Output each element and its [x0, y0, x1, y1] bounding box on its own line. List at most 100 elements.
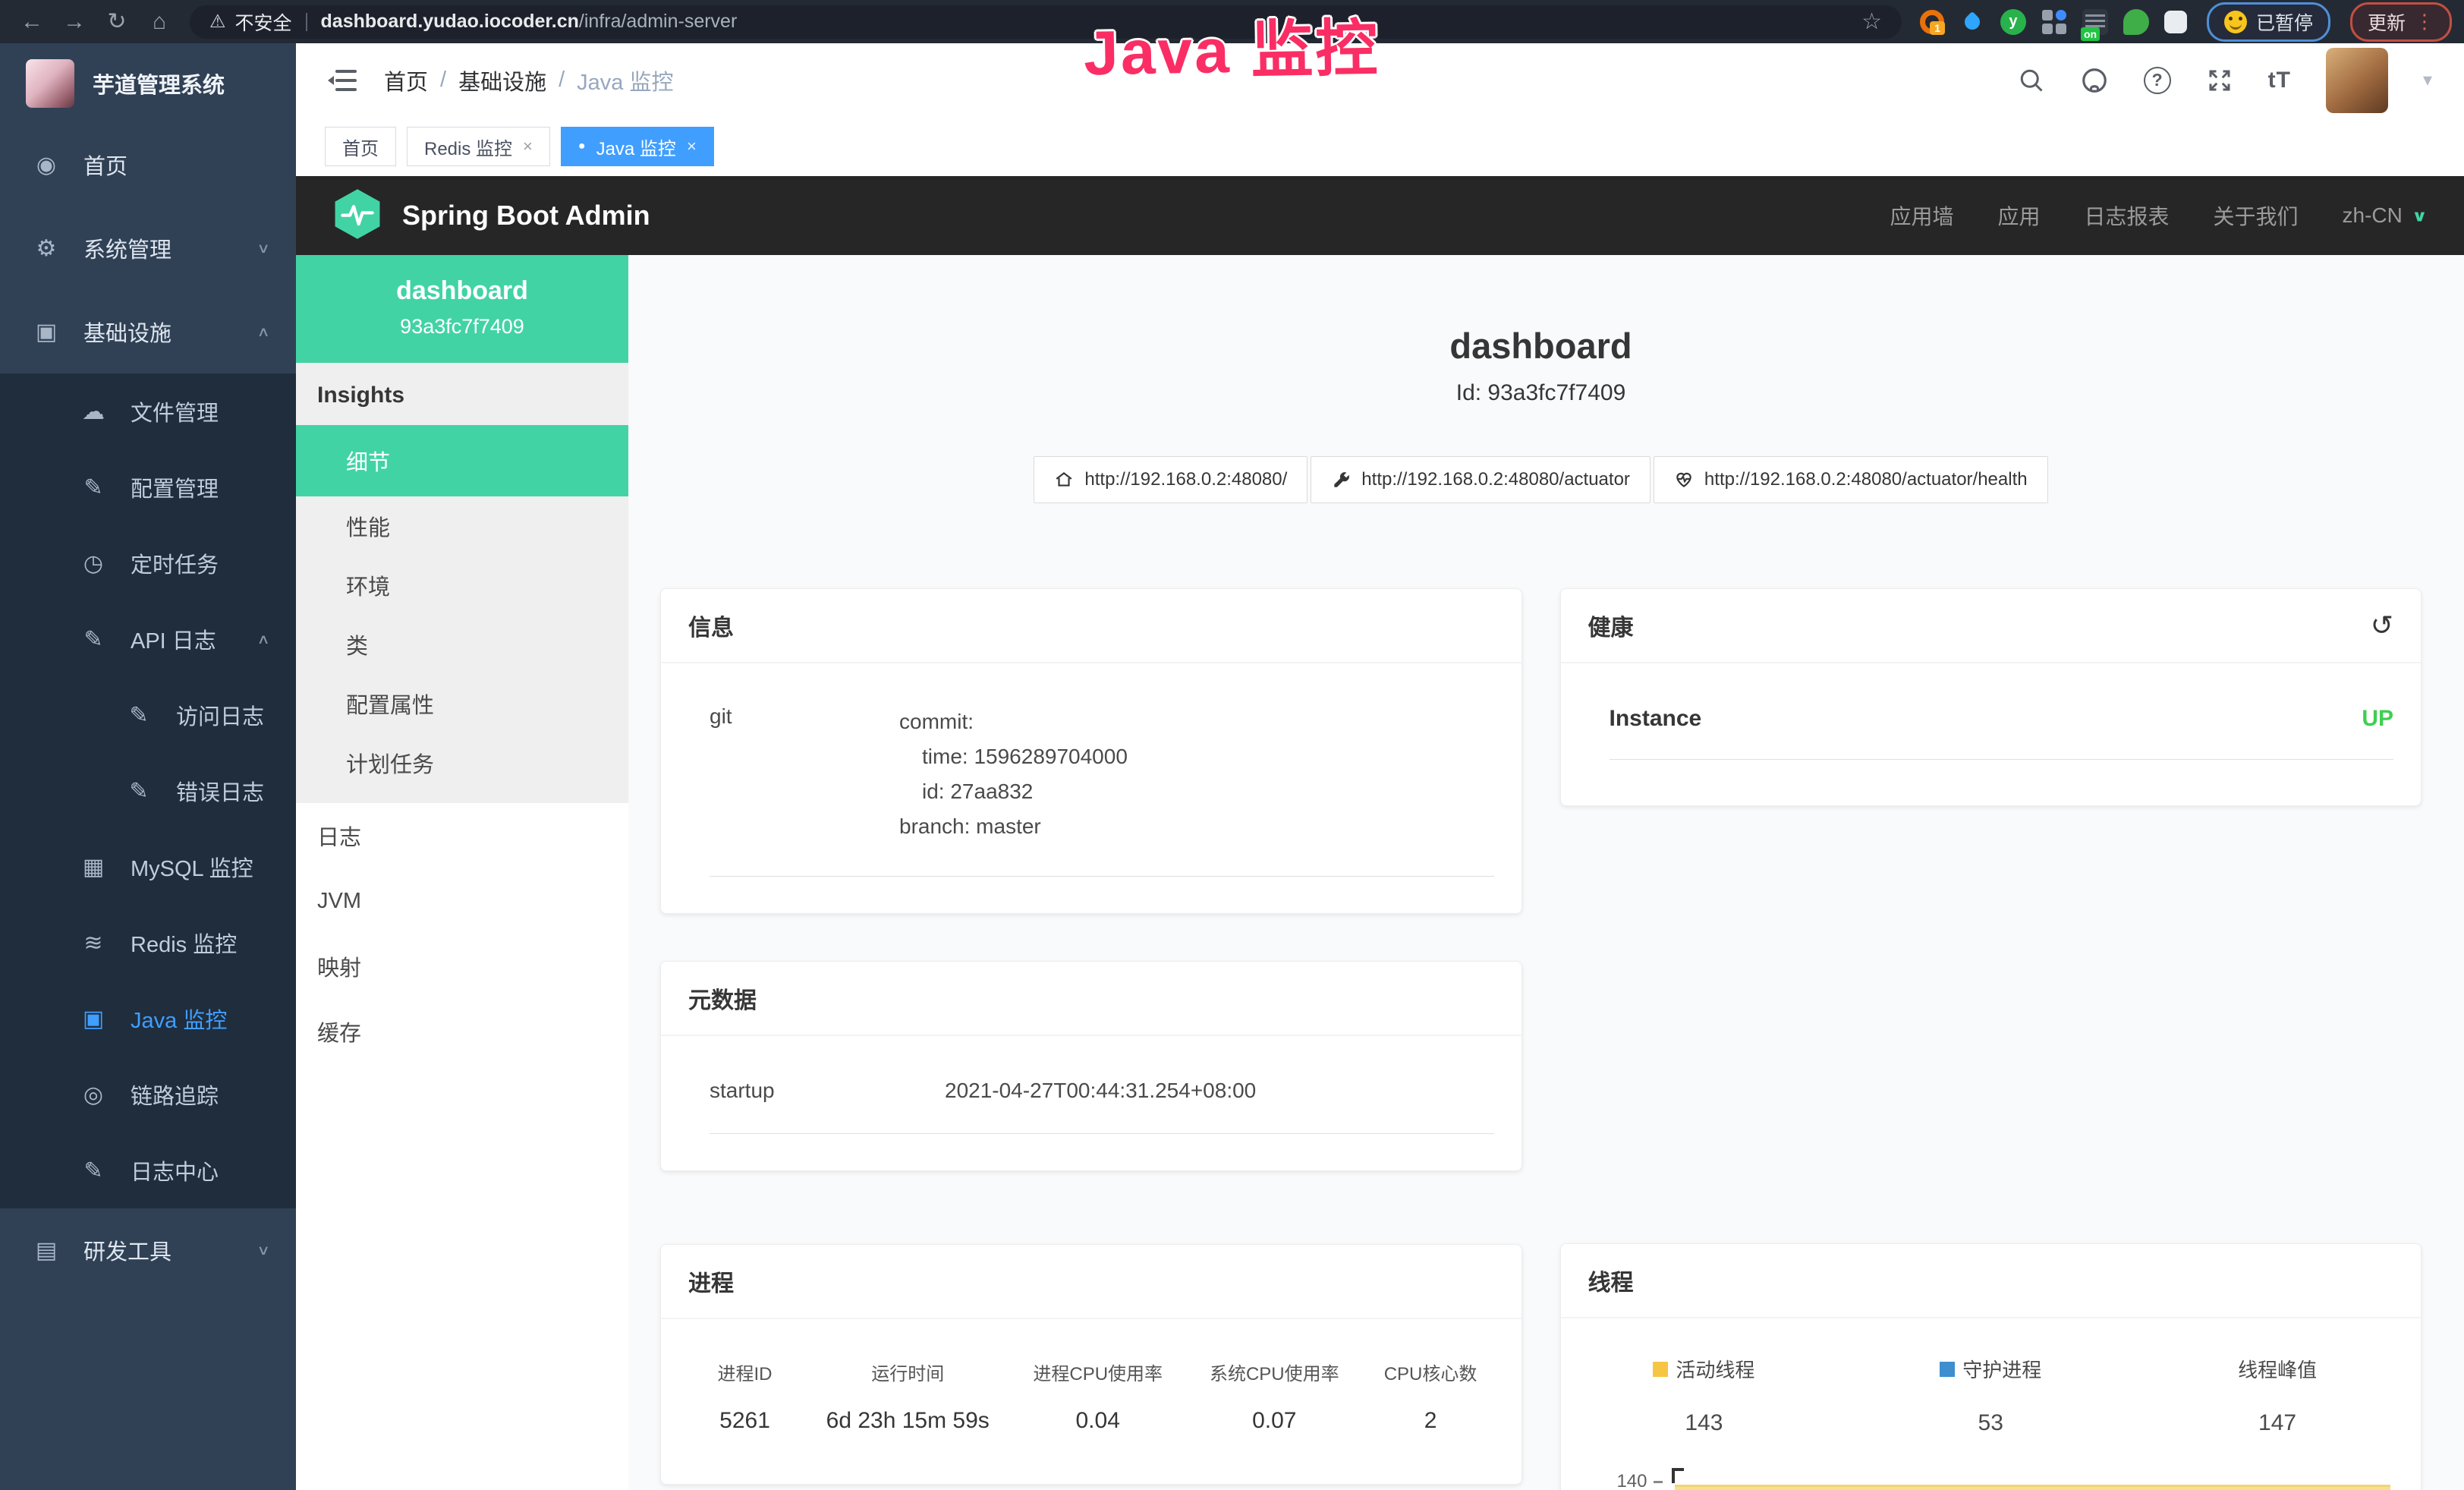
extension-orange-icon[interactable]: 1: [1920, 10, 1944, 34]
breadcrumb: 首页 / 基础设施 / Java 监控: [384, 65, 673, 96]
sidebar-item-trace[interactable]: ◎ 链路追踪: [0, 1057, 296, 1132]
sidebar-item-config-management[interactable]: ✎ 配置管理: [0, 449, 296, 525]
browser-reload-icon[interactable]: ↻: [97, 8, 137, 35]
browser-home-icon[interactable]: ⌂: [140, 9, 179, 35]
help-icon[interactable]: ?: [2144, 67, 2171, 94]
tab-close-icon[interactable]: ×: [523, 137, 533, 156]
peak-threads-label: 线程峰值: [2238, 1355, 2317, 1383]
sidebar-item-label: 基础设施: [83, 316, 172, 348]
tab-label: Java 监控: [596, 134, 676, 160]
eye-icon: ◎: [79, 1082, 108, 1108]
sidebar-item-label: MySQL 监控: [131, 851, 253, 883]
git-time-line: time: 1596289704000: [899, 739, 1128, 774]
sidebar-item-redis-monitor[interactable]: ≋ Redis 监控: [0, 905, 296, 981]
browser-back-icon[interactable]: ←: [12, 9, 52, 35]
sidebar-item-label: 日志中心: [131, 1155, 219, 1186]
sidebar-item-access-logs[interactable]: ✎ 访问日志: [0, 677, 296, 753]
instance-menu-logs[interactable]: 日志: [296, 803, 628, 868]
sidebar-item-label: 研发工具: [83, 1234, 172, 1266]
browser-update-button[interactable]: 更新 ⋮: [2350, 2, 2452, 42]
sidebar-item-log-center[interactable]: ✎ 日志中心: [0, 1132, 296, 1208]
tab-close-icon[interactable]: ×: [687, 137, 697, 156]
font-size-icon[interactable]: tT: [2268, 68, 2291, 93]
git-branch-line: branch: master: [899, 809, 1128, 844]
sidebar-item-dev-tools[interactable]: ▤ 研发工具 ∨: [0, 1208, 296, 1292]
git-info-row: git commit: time: 1596289704000 id: 27aa…: [710, 704, 1494, 877]
service-url-button[interactable]: http://192.168.0.2:48080/: [1034, 456, 1308, 503]
sidebar-item-file-management[interactable]: ☁ 文件管理: [0, 373, 296, 449]
instance-health-row: Instance UP: [1610, 706, 2394, 760]
breadcrumb-infrastructure[interactable]: 基础设施: [458, 65, 546, 96]
history-icon[interactable]: ↺: [2371, 612, 2393, 639]
process-card-title: 进程: [688, 1265, 734, 1298]
sidebar-item-system-management[interactable]: ⚙ 系统管理 ∨: [0, 206, 296, 290]
instance-menu-details[interactable]: 细节: [296, 425, 628, 496]
address-bar[interactable]: ⚠ 不安全 dashboard.yudao.iocoder.cn /infra/…: [190, 5, 1902, 39]
fullscreen-icon[interactable]: [2206, 67, 2233, 94]
sidebar-item-home[interactable]: ◉ 首页: [0, 123, 296, 206]
user-avatar[interactable]: [2326, 48, 2388, 113]
actuator-url-button[interactable]: http://192.168.0.2:48080/actuator: [1311, 456, 1651, 503]
tab-java-monitor[interactable]: ● Java 监控 ×: [561, 127, 714, 166]
instance-health-label: Instance: [1610, 706, 1702, 732]
instance-sidebar: dashboard 93a3fc7f7409 Insights 细节 性能 环境…: [296, 255, 628, 1490]
sba-nav-journal[interactable]: 日志报表: [2085, 200, 2170, 231]
chevron-down-icon: ∨: [256, 1242, 270, 1258]
github-icon[interactable]: [2080, 66, 2109, 95]
extension-pin-icon[interactable]: [1959, 9, 1985, 35]
app-logo-row: 芋道管理系统: [0, 43, 296, 123]
instance-menu-jvm[interactable]: JVM: [296, 868, 628, 934]
instance-menu-caches[interactable]: 缓存: [296, 999, 628, 1064]
search-icon[interactable]: [2018, 67, 2045, 94]
sidebar-item-error-logs[interactable]: ✎ 错误日志: [0, 753, 296, 829]
breadcrumb-home[interactable]: 首页: [384, 65, 428, 96]
insights-section-label: Insights: [296, 363, 628, 425]
language-selector[interactable]: zh-CN ∨: [2343, 203, 2428, 228]
bookmark-star-icon[interactable]: ☆: [1861, 8, 1882, 35]
sidebar-item-scheduled-tasks[interactable]: ◷ 定时任务: [0, 525, 296, 601]
extension-on-icon[interactable]: on: [2082, 9, 2108, 35]
instance-menu-mappings[interactable]: 映射: [296, 934, 628, 999]
sidebar-item-label: 文件管理: [131, 395, 219, 427]
sidebar-item-java-monitor[interactable]: ▣ Java 监控: [0, 981, 296, 1057]
browser-forward-icon[interactable]: →: [55, 9, 94, 35]
avatar-caret-icon[interactable]: ▾: [2423, 69, 2432, 91]
sidebar-item-infrastructure[interactable]: ▣ 基础设施 ∧: [0, 290, 296, 373]
live-threads-value: 143: [1561, 1410, 1848, 1436]
sidebar-item-mysql-monitor[interactable]: ▦ MySQL 监控: [0, 829, 296, 905]
metadata-card: 元数据 startup 2021-04-27T00:44:31.254+08:0…: [660, 961, 1522, 1171]
process-cores-value: 2: [1363, 1408, 1499, 1434]
clock-icon: ◷: [79, 550, 108, 577]
sidebar-collapse-icon[interactable]: [328, 68, 358, 93]
insights-section: Insights 细节 性能 环境 类 配置属性 计划任务: [296, 363, 628, 803]
tab-home[interactable]: 首页: [325, 127, 396, 166]
sba-nav-applications[interactable]: 应用: [1997, 200, 2040, 231]
app-title: 芋道管理系统: [93, 68, 225, 99]
browser-menu-icon[interactable]: ⋮: [2415, 10, 2434, 33]
extensions-puzzle-icon[interactable]: [2164, 11, 2187, 33]
edit-icon: ✎: [124, 702, 153, 729]
extension-y-icon[interactable]: y: [2000, 9, 2026, 35]
sba-nav-about[interactable]: 关于我们: [2214, 200, 2299, 231]
tab-redis-monitor[interactable]: Redis 监控 ×: [407, 127, 550, 166]
instance-menu-scheduled-tasks[interactable]: 计划任务: [296, 733, 628, 792]
extension-grid-icon[interactable]: [2041, 9, 2067, 35]
app-header: 首页 / 基础设施 / Java 监控 ? tT ▾: [296, 43, 2464, 117]
url-path: /infra/admin-server: [579, 11, 737, 33]
sba-header: Spring Boot Admin 应用墙 应用 日志报表 关于我们 zh-CN…: [296, 176, 2464, 255]
instance-menu-performance[interactable]: 性能: [296, 496, 628, 556]
sidebar-item-label: 配置管理: [131, 471, 219, 503]
instance-menu-environment[interactable]: 环境: [296, 556, 628, 615]
paused-profile-button[interactable]: 已暂停: [2207, 2, 2330, 42]
monitor-icon: ▣: [79, 1006, 108, 1032]
health-url-button[interactable]: http://192.168.0.2:48080/actuator/health: [1654, 456, 2048, 503]
language-chevron-icon: ∨: [2412, 206, 2428, 225]
instance-menu-classes[interactable]: 类: [296, 615, 628, 674]
sidebar-item-api-logs[interactable]: ✎ API 日志 ∧: [0, 601, 296, 677]
sba-nav-wallboard[interactable]: 应用墙: [1890, 200, 1953, 231]
metadata-card-title: 元数据: [688, 981, 757, 1015]
database-grid-icon: ▦: [79, 854, 108, 880]
instance-menu-config-props[interactable]: 配置属性: [296, 674, 628, 733]
extension-sprout-icon[interactable]: [2123, 9, 2149, 35]
app-logo-image: [26, 59, 74, 108]
